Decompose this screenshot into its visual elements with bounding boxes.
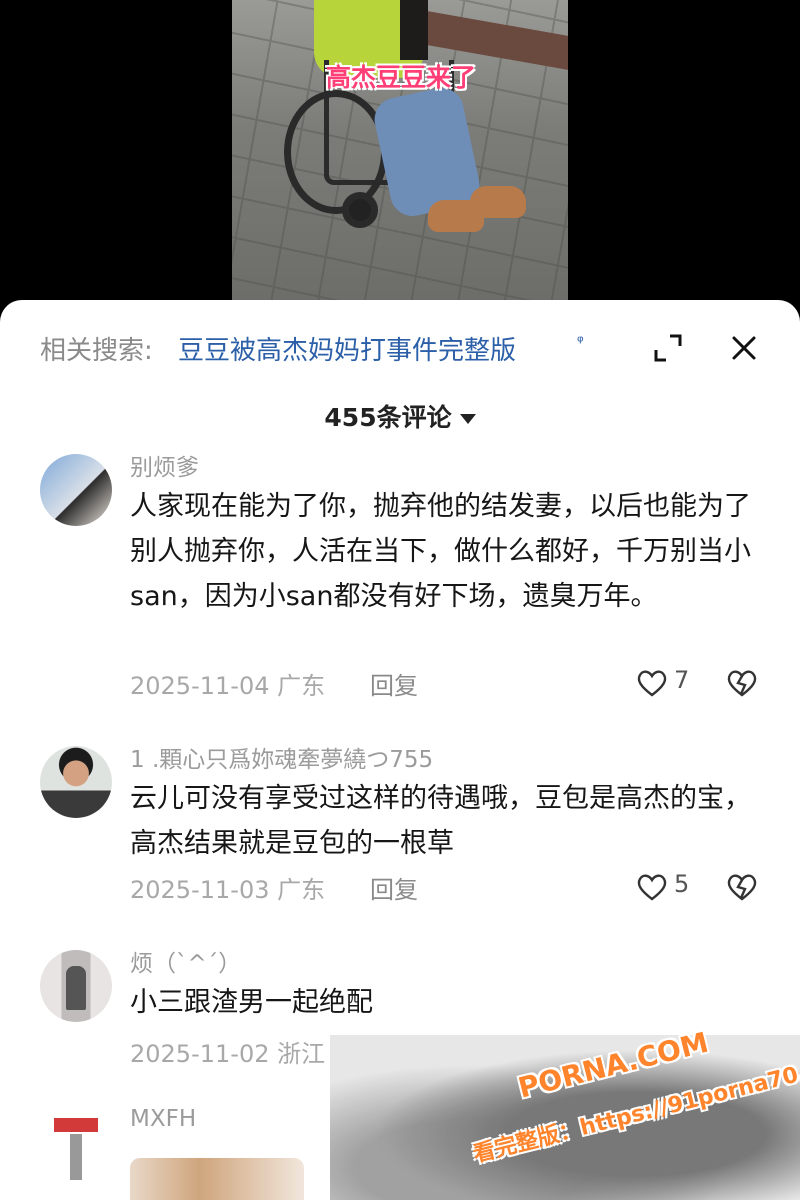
map-image-overlay: PORNA.COM 看完整版：https://91porna70.com: [330, 1026, 800, 1200]
person-hair: [400, 0, 428, 60]
like-count: 5: [674, 870, 690, 898]
related-search-link[interactable]: 豆豆被高杰妈妈打事件完整版: [178, 330, 516, 367]
related-search-bar: 相关搜索: 豆豆被高杰妈妈打事件完整版 ᵠ: [40, 328, 770, 368]
wheelchair-caster: [342, 192, 378, 228]
comment-date-location: 2025-11-04 广东: [130, 672, 326, 700]
related-search-label: 相关搜索:: [40, 336, 153, 366]
like-button[interactable]: 5: [636, 870, 696, 904]
heart-icon: [637, 670, 667, 697]
video-frame[interactable]: 高杰豆豆来了: [232, 0, 568, 318]
dislike-button[interactable]: [725, 668, 759, 700]
shoe: [470, 186, 526, 218]
avatar[interactable]: [40, 1112, 112, 1184]
comment-image[interactable]: [130, 1158, 304, 1200]
wheelchair-wheel: [284, 90, 388, 214]
reply-button[interactable]: 回复: [370, 666, 418, 701]
broken-heart-icon: [727, 874, 757, 901]
close-icon[interactable]: [728, 332, 760, 364]
comment-date-location: 2025-11-02 浙江: [130, 1040, 326, 1068]
reply-button[interactable]: 回复: [370, 870, 418, 905]
comment-username[interactable]: 烦（ˋ^ˊ）: [130, 944, 241, 978]
like-count: 7: [674, 666, 690, 694]
heart-icon: [637, 874, 667, 901]
comment-text: 云儿可没有享受过这样的待遇哦，豆包是高杰的宝，高杰结果就是豆包的一根草: [130, 783, 751, 859]
dislike-button[interactable]: [725, 872, 759, 904]
avatar[interactable]: [40, 950, 112, 1022]
broken-heart-icon: [727, 670, 757, 697]
like-button[interactable]: 7: [636, 666, 696, 700]
comment-text: 小三跟渣男一起绝配: [130, 987, 373, 1018]
comment-date-location: 2025-11-03 广东: [130, 876, 326, 904]
video-caption: 高杰豆豆来了: [325, 63, 476, 92]
search-icon[interactable]: ᵠ: [577, 332, 584, 351]
comment-username[interactable]: 1 .顆心只爲妳魂牽夢繞つ755: [130, 740, 433, 774]
comment-text: 人家现在能为了你，抛弃他的结发妻，以后也能为了别人抛弃你，人活在当下，做什么都好…: [130, 491, 751, 612]
comment-sheet: 相关搜索: 豆豆被高杰妈妈打事件完整版 ᵠ 455条评论 别烦爹 人家现在能为了…: [0, 300, 800, 1200]
comment-count[interactable]: 455条评论: [0, 398, 800, 434]
video-player[interactable]: 高杰豆豆来了: [0, 0, 800, 318]
comment-username[interactable]: 别烦爹: [130, 448, 199, 482]
expand-icon[interactable]: [652, 332, 684, 364]
caret-down-icon: [459, 414, 476, 424]
watermark: PORNA.COM 看完整版：https://91porna70.com: [457, 1007, 800, 1200]
avatar[interactable]: [40, 454, 112, 526]
comment-count-label: 455条评论: [324, 403, 452, 432]
comment-username[interactable]: MXFH: [130, 1106, 196, 1132]
avatar[interactable]: [40, 746, 112, 818]
